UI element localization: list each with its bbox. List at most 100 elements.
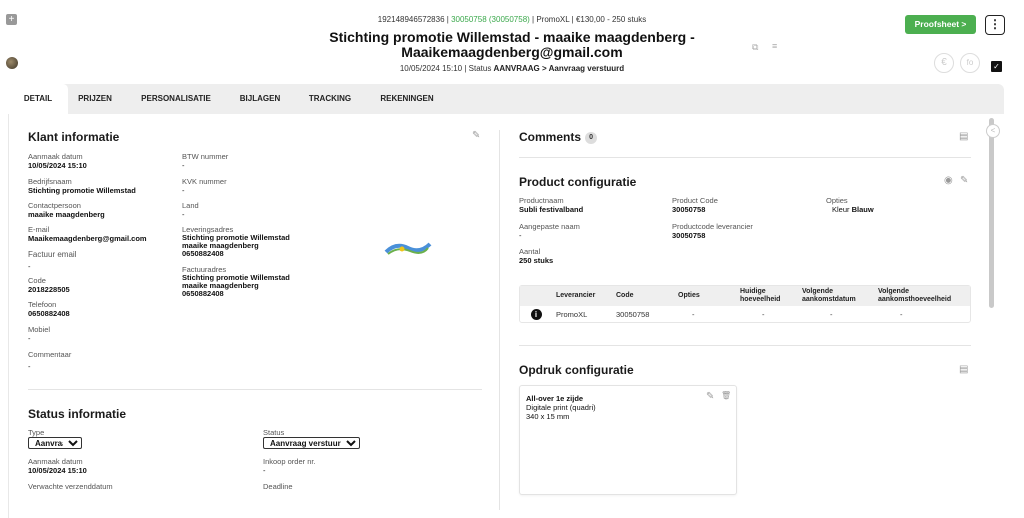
field-value: Maaikemaagdenberg@gmail.com <box>28 234 147 243</box>
field-verzenddatum: Verwachte verzenddatum <box>28 482 113 491</box>
field-label: Code <box>28 276 46 285</box>
field-aantal: Aantal 250 stuks <box>519 247 553 265</box>
table-cell: - <box>692 309 695 319</box>
order-price: €130,00 - 250 stuks <box>575 15 647 24</box>
field-opties: Opties Kleur Blauw <box>826 196 874 214</box>
field-code: Code 2018228505 <box>28 276 70 294</box>
field-label: Commentaar <box>28 350 72 359</box>
field-value: - <box>28 262 31 271</box>
edit-icon[interactable]: ✎ <box>960 175 968 186</box>
table-cell: - <box>830 309 833 319</box>
table-header-cell: Volgende aankomsthoeveelheid <box>874 286 970 306</box>
supplier-table: Leverancier Code Opties Huidige hoeveelh… <box>520 286 970 322</box>
table-cell: PromoXL <box>556 309 588 319</box>
field-productnaam: Productnaam Subli festivalband <box>519 196 583 214</box>
field-value: maaike maagdenberg <box>28 210 105 219</box>
tab-detail[interactable]: DETAIL <box>8 84 68 114</box>
field-label: BTW nummer <box>182 152 229 161</box>
opdruk-title: Opdruk configuratie <box>519 363 634 377</box>
field-label: Contactpersoon <box>28 201 81 210</box>
avatar[interactable] <box>6 57 18 69</box>
info-icon[interactable]: i <box>530 308 542 320</box>
address-line: 0650882408 <box>182 249 224 258</box>
field-type: Type Aanvraag <box>28 428 82 449</box>
field-label: KVK nummer <box>182 177 227 186</box>
field-value: Stichting promotie Willemstad <box>28 186 136 195</box>
opdruk-print-type: Digitale print (quadri) <box>526 403 596 412</box>
field-value: 10/05/2024 15:10 <box>28 466 87 475</box>
option-value: Blauw <box>851 205 874 214</box>
column-divider <box>499 130 500 510</box>
option-key: Kleur <box>832 205 850 214</box>
klant-title: Klant informatie <box>28 130 120 144</box>
field-telefoon: Telefoon 0650882408 <box>28 300 70 318</box>
eye-icon[interactable]: ◉ <box>944 175 953 186</box>
field-value: 0650882408 <box>28 309 70 318</box>
edit-icon[interactable]: ✎ <box>472 130 480 141</box>
field-kvk: KVK nummer - <box>182 177 227 195</box>
table-cell: - <box>762 309 765 319</box>
section-divider <box>519 345 971 346</box>
table-cell: i <box>520 306 552 322</box>
table-header-cell: Huidige hoeveelheid <box>736 286 798 306</box>
type-select[interactable]: Aanvraag <box>28 437 82 449</box>
collapse-icon[interactable]: < <box>986 124 1000 138</box>
product-title: Product configuratie <box>519 175 637 189</box>
edit-icon[interactable]: ✎ <box>706 391 714 402</box>
field-label: Factuur email <box>28 250 77 259</box>
checkbox-icon[interactable]: ✓ <box>991 61 1002 72</box>
tab-bijlagen[interactable]: BIJLAGEN <box>232 84 288 114</box>
field-value: - <box>182 186 185 195</box>
field-label: Aanmaak datum <box>28 152 83 161</box>
tab-prijzen[interactable]: PRIJZEN <box>70 84 120 114</box>
field-value: 10/05/2024 15:10 <box>28 161 87 170</box>
table-header-row: Leverancier Code Opties Huidige hoeveelh… <box>520 286 970 306</box>
page-title-line1: Stichting promotie Willemstad - maaike m… <box>329 29 695 45</box>
supplier-name: PromoXL <box>536 15 570 24</box>
field-contactpersoon: Contactpersoon maaike maagdenberg <box>28 201 105 219</box>
field-inkoop: Inkoop order nr. - <box>263 457 316 475</box>
field-label: E-mail <box>28 225 50 234</box>
product-code-link[interactable]: 30050758 (30050758) <box>451 15 530 24</box>
proofsheet-button[interactable]: Proofsheet > <box>905 15 976 34</box>
field-value: - <box>182 210 185 219</box>
field-label: Mobiel <box>28 325 51 334</box>
page-title-line2: Maaikemaagdenberg@gmail.com <box>401 44 623 60</box>
field-value: 30050758 <box>672 205 706 214</box>
status-title: Status informatie <box>28 407 127 421</box>
comments-count-badge: 0 <box>585 131 598 144</box>
scrollbar[interactable] <box>989 118 994 308</box>
field-status: Status Aanvraag verstuurd <box>263 428 360 449</box>
document-icon[interactable]: ▤ <box>959 131 968 142</box>
comments-label: Comments <box>519 130 582 144</box>
field-label: Aanmaak datum <box>28 457 83 466</box>
field-productcode: Product Code 30050758 <box>672 196 718 214</box>
status-select[interactable]: Aanvraag verstuurd <box>263 437 360 449</box>
opdruk-card[interactable]: All-over 1e zijde Digitale print (quadri… <box>519 385 737 495</box>
copy-icon[interactable]: ⧉ <box>752 42 758 53</box>
field-leveringsadres: Leveringsadres Stichting promotie Willem… <box>182 225 290 258</box>
tab-tracking[interactable]: TRACKING <box>302 84 358 114</box>
section-divider <box>28 389 482 390</box>
field-email: E-mail Maaikemaagdenberg@gmail.com <box>28 225 147 243</box>
field-label: Productnaam <box>519 196 564 205</box>
field-status-aanmaak: Aanmaak datum 10/05/2024 15:10 <box>28 457 87 475</box>
table-header-cell: Opties <box>674 286 736 306</box>
table-row[interactable]: i PromoXL 30050758 - - - - <box>520 306 970 322</box>
field-label: Land <box>182 201 199 210</box>
order-date: 10/05/2024 15:10 <box>399 64 463 73</box>
field-value: - <box>182 161 185 170</box>
address-line: 0650882408 <box>182 289 224 298</box>
fo-icon[interactable]: fo <box>960 53 980 73</box>
tab-rekeningen[interactable]: REKENINGEN <box>372 84 442 114</box>
opdruk-card-body: All-over 1e zijde Digitale print (quadri… <box>526 394 596 421</box>
document-icon[interactable]: ▤ <box>959 364 968 375</box>
tab-personalisatie[interactable]: PERSONALISATIE <box>136 84 216 114</box>
field-value: 30050758 <box>672 231 706 240</box>
field-commentaar: Commentaar - <box>28 350 71 371</box>
list-icon[interactable]: ≡ <box>772 41 777 51</box>
more-menu-button[interactable]: ⋮ <box>985 15 1005 35</box>
euro-icon[interactable]: € <box>934 53 954 73</box>
trash-icon[interactable]: 🗑 <box>721 391 731 400</box>
field-value: - <box>263 466 266 475</box>
